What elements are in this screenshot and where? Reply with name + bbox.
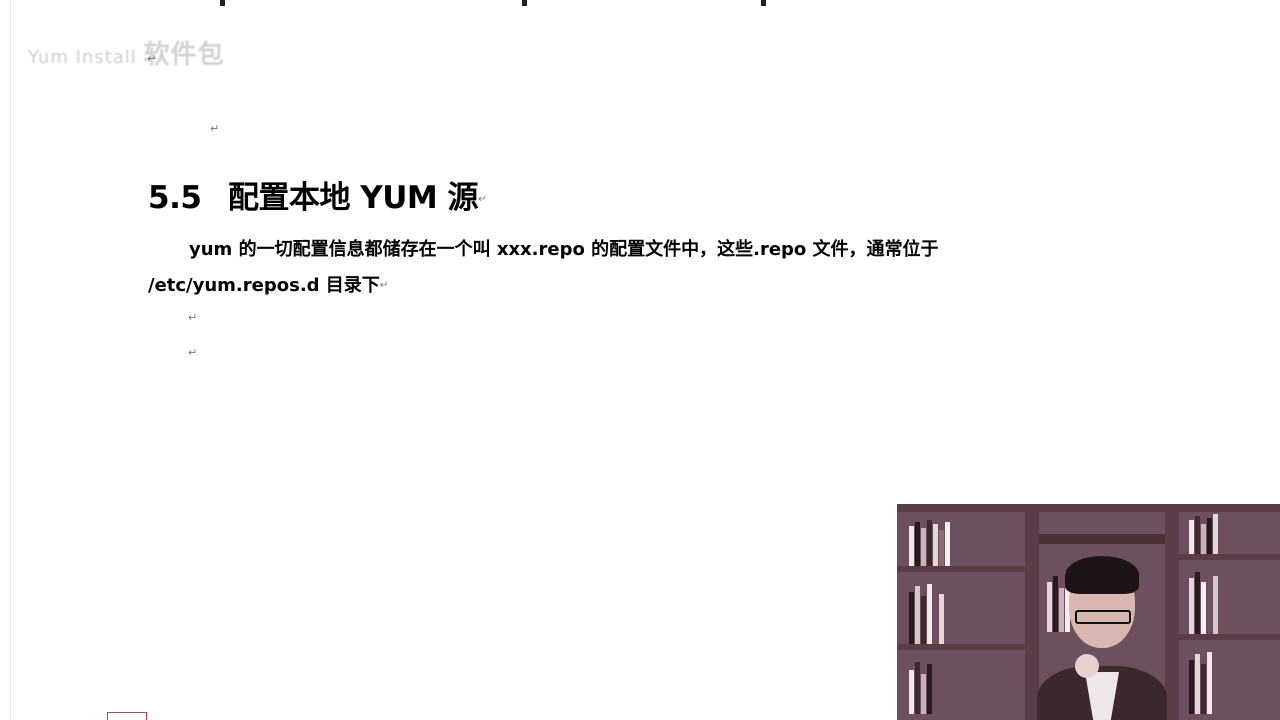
paragraph-mark-icon: ↵ [188, 311, 198, 324]
body-line-2: /etc/yum.repos.d 目录下↵ [148, 268, 1028, 304]
paragraph-mark-icon: ↵ [379, 280, 389, 291]
book-row [909, 574, 945, 644]
text-fragment [761, 0, 766, 6]
shelf-board [1177, 554, 1280, 560]
shelf-arch [1039, 534, 1165, 544]
paragraph-mark-icon: ↵ [478, 194, 486, 205]
shelf-board [1177, 634, 1280, 640]
shelf-pillar [1165, 504, 1179, 720]
cut-off-text-line [220, 0, 780, 6]
glasses-icon [1075, 610, 1131, 624]
page-corner-marker [107, 712, 147, 720]
document-page: Yum Install 软件包 ↵ ↵ 5.5 配置本地 YUM 源↵ yum 的… [0, 0, 1280, 720]
text-fragment [522, 0, 527, 6]
book-row [1189, 512, 1219, 554]
body-paragraph[interactable]: yum 的一切配置信息都储存在一个叫 xxx.repo 的配置文件中，这些.re… [148, 232, 1028, 304]
paragraph-mark-icon: ↵ [188, 346, 198, 359]
text-fragment [220, 0, 225, 6]
shelf-top [897, 504, 1280, 512]
paragraph-mark-icon: ↵ [147, 52, 157, 65]
microphone-icon [1075, 654, 1099, 678]
blurred-faint-text: Yum Install [28, 47, 137, 68]
book-row [1189, 644, 1213, 714]
page-edge [10, 0, 11, 720]
presenter [1037, 554, 1167, 720]
book-row [909, 516, 951, 566]
shelf-board [897, 644, 1027, 650]
presenter-video-overlay [897, 504, 1280, 720]
book-row [1189, 562, 1219, 634]
body-line-1: yum 的一切配置信息都储存在一个叫 xxx.repo 的配置文件中，这些.re… [189, 239, 939, 260]
shelf-board [897, 566, 1027, 572]
body-line-2-text: /etc/yum.repos.d 目录下 [148, 275, 380, 296]
section-title: 配置本地 YUM 源 [228, 180, 479, 216]
shelf-pillar [1025, 504, 1039, 720]
presenter-hair [1065, 556, 1139, 594]
book-row [909, 654, 933, 714]
blurred-text-line: Yum Install 软件包 [28, 34, 225, 71]
paragraph-mark-icon: ↵ [210, 122, 220, 135]
section-number: 5.5 [148, 180, 202, 216]
section-heading[interactable]: 5.5 配置本地 YUM 源↵ [148, 172, 486, 217]
